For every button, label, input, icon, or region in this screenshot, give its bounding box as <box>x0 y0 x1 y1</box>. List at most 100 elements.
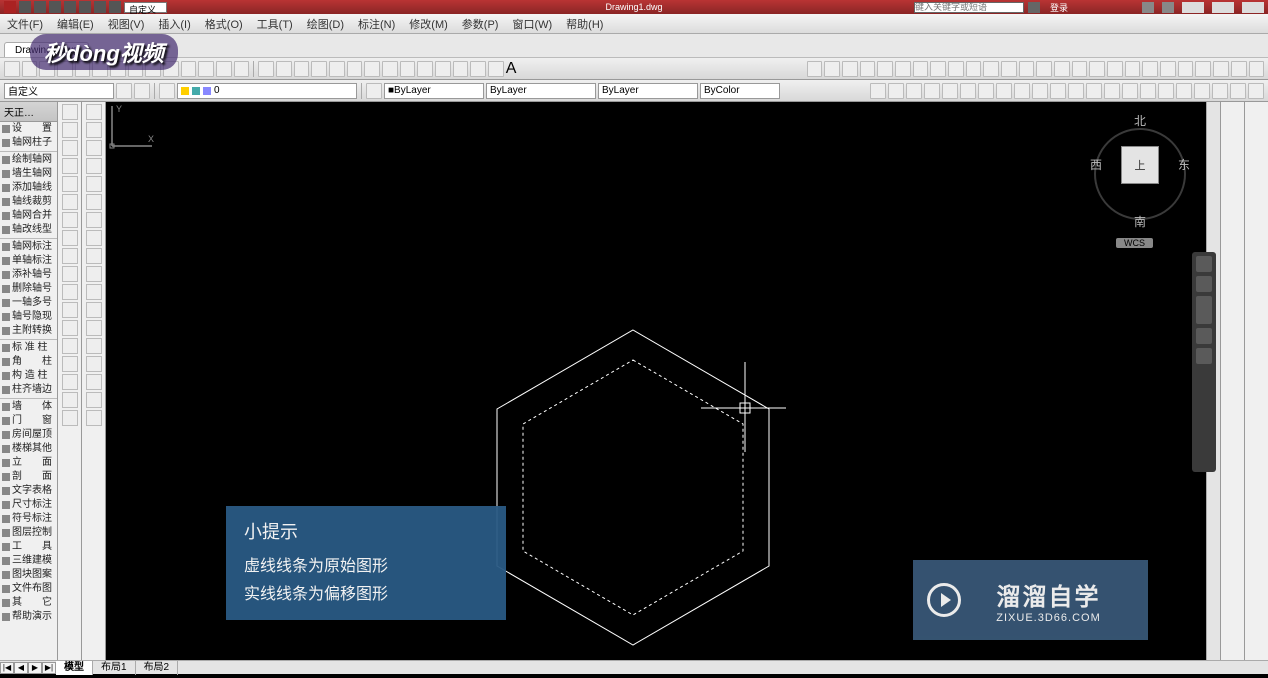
close-button[interactable] <box>1242 2 1264 13</box>
viewcube-top-face[interactable]: 上 <box>1121 146 1159 184</box>
toolbar-button-icon[interactable] <box>216 61 232 77</box>
toolbar-button-icon[interactable] <box>435 61 451 77</box>
qat-redo-icon[interactable] <box>109 1 121 13</box>
original-hexagon[interactable] <box>523 360 743 615</box>
layout-tab[interactable]: 布局2 <box>136 661 179 675</box>
layout-tab[interactable]: 模型 <box>56 661 93 675</box>
menu-item[interactable]: 插入(I) <box>151 14 197 34</box>
toolbar-button-icon[interactable] <box>258 61 274 77</box>
toolbar-button-icon[interactable] <box>1125 61 1141 77</box>
props-tool-icon[interactable] <box>924 83 940 99</box>
palette-item[interactable]: 帮助演示 <box>0 610 57 624</box>
palette-item[interactable]: 角 柱 <box>0 355 57 369</box>
props-tool-icon[interactable] <box>996 83 1012 99</box>
palette-item[interactable]: 绘制轴网 <box>0 153 57 167</box>
palette-item[interactable]: 立 面 <box>0 456 57 470</box>
toolbar-button-icon[interactable] <box>842 61 858 77</box>
qat-plot-icon[interactable] <box>79 1 91 13</box>
props-tool-icon[interactable] <box>1176 83 1192 99</box>
toolbar-button-icon[interactable] <box>1160 61 1176 77</box>
search-icon[interactable] <box>1028 2 1040 13</box>
toolbar-button-icon[interactable] <box>382 61 398 77</box>
props-tool-icon[interactable] <box>960 83 976 99</box>
viewcube-east[interactable]: 东 <box>1178 156 1190 173</box>
qat-save-icon[interactable] <box>49 1 61 13</box>
palette-item[interactable]: 单轴标注 <box>0 254 57 268</box>
palette-item[interactable]: 轴网标注 <box>0 240 57 254</box>
toolbar-button-icon[interactable] <box>400 61 416 77</box>
vertical-tool-icon[interactable] <box>62 302 78 318</box>
login-link[interactable]: 登录 <box>1050 1 1068 14</box>
props-tool-icon[interactable] <box>1140 83 1156 99</box>
toolbar-button-icon[interactable] <box>1249 61 1265 77</box>
props-tool-icon[interactable] <box>942 83 958 99</box>
viewcube-wcs[interactable]: WCS <box>1116 238 1153 248</box>
palette-item[interactable]: 剖 面 <box>0 470 57 484</box>
toolbar-button-icon[interactable] <box>877 61 893 77</box>
toolbar-button-icon[interactable] <box>329 61 345 77</box>
vertical-tool-icon[interactable] <box>86 176 102 192</box>
props-tool-icon[interactable] <box>1068 83 1084 99</box>
props-tool-icon[interactable] <box>888 83 904 99</box>
toolbar-button-icon[interactable] <box>930 61 946 77</box>
toolbar-button-icon[interactable] <box>364 61 380 77</box>
palette-item[interactable]: 楼梯其他 <box>0 442 57 456</box>
layer-combo[interactable]: 0 <box>177 83 357 99</box>
palette-item[interactable]: 房间屋顶 <box>0 428 57 442</box>
menu-item[interactable]: 绘图(D) <box>300 14 351 34</box>
vertical-tool-icon[interactable] <box>62 392 78 408</box>
props-tool-icon[interactable] <box>1230 83 1246 99</box>
qat-open-icon[interactable] <box>34 1 46 13</box>
palette-item[interactable]: 文件布图 <box>0 582 57 596</box>
drawing-area[interactable]: Y X 上 北 南 东 西 WCS 小提示 虚线线条为原始图形 实线线条为偏移图… <box>106 102 1220 660</box>
lineweight-combo[interactable]: ByLayer <box>598 83 698 99</box>
menu-item[interactable]: 视图(V) <box>101 14 152 34</box>
viewcube-south[interactable]: 南 <box>1090 213 1190 230</box>
qat-saveas-icon[interactable] <box>64 1 76 13</box>
vertical-tool-icon[interactable] <box>62 338 78 354</box>
vertical-tool-icon[interactable] <box>62 284 78 300</box>
view-cube[interactable]: 上 北 南 东 西 WCS <box>1090 110 1190 230</box>
props-tool-icon[interactable] <box>1194 83 1210 99</box>
toolbar-button-icon[interactable] <box>294 61 310 77</box>
vertical-tool-icon[interactable] <box>86 356 102 372</box>
palette-item[interactable]: 轴改线型 <box>0 223 57 237</box>
help-icon[interactable] <box>1162 2 1174 13</box>
vertical-tool-icon[interactable] <box>86 158 102 174</box>
props-tool-icon[interactable] <box>1014 83 1030 99</box>
props-tool-icon[interactable] <box>1122 83 1138 99</box>
toolbar-button-icon[interactable] <box>1072 61 1088 77</box>
layout-nav-button[interactable]: ▶| <box>42 662 56 674</box>
palette-item[interactable]: 构 造 柱 <box>0 369 57 383</box>
textstyle-combo[interactable]: A <box>506 60 604 78</box>
vertical-tool-icon[interactable] <box>86 284 102 300</box>
toolbar-button-icon[interactable] <box>807 61 823 77</box>
vertical-tool-icon[interactable] <box>62 158 78 174</box>
toolbar-button-icon[interactable] <box>198 61 214 77</box>
toolbar-button-icon[interactable] <box>1054 61 1070 77</box>
palette-item[interactable]: 图块图案 <box>0 568 57 582</box>
vertical-tool-icon[interactable] <box>86 374 102 390</box>
layout-nav-button[interactable]: |◀ <box>0 662 14 674</box>
menu-item[interactable]: 格式(O) <box>198 14 250 34</box>
toolbar-button-icon[interactable] <box>234 61 250 77</box>
menu-item[interactable]: 文件(F) <box>0 14 50 34</box>
palette-item[interactable]: 轴网柱子 <box>0 136 57 150</box>
vertical-tool-icon[interactable] <box>86 320 102 336</box>
toolbar-button-icon[interactable] <box>966 61 982 77</box>
toolbar-button-icon[interactable] <box>276 61 292 77</box>
vertical-tool-icon[interactable] <box>62 212 78 228</box>
menu-item[interactable]: 参数(P) <box>455 14 506 34</box>
qat-new-icon[interactable] <box>19 1 31 13</box>
palette-item[interactable]: 图层控制 <box>0 526 57 540</box>
menu-item[interactable]: 修改(M) <box>402 14 455 34</box>
vertical-tool-icon[interactable] <box>62 248 78 264</box>
vertical-tool-icon[interactable] <box>62 266 78 282</box>
toolbar-button-icon[interactable] <box>1213 61 1229 77</box>
palette-item[interactable]: 其 它 <box>0 596 57 610</box>
layout-nav-button[interactable]: ◀ <box>14 662 28 674</box>
toolbar-button-icon[interactable] <box>1001 61 1017 77</box>
nav-zoom-icon[interactable] <box>1196 296 1212 324</box>
vertical-tool-icon[interactable] <box>62 410 78 426</box>
toolbar-button-icon[interactable] <box>1231 61 1247 77</box>
